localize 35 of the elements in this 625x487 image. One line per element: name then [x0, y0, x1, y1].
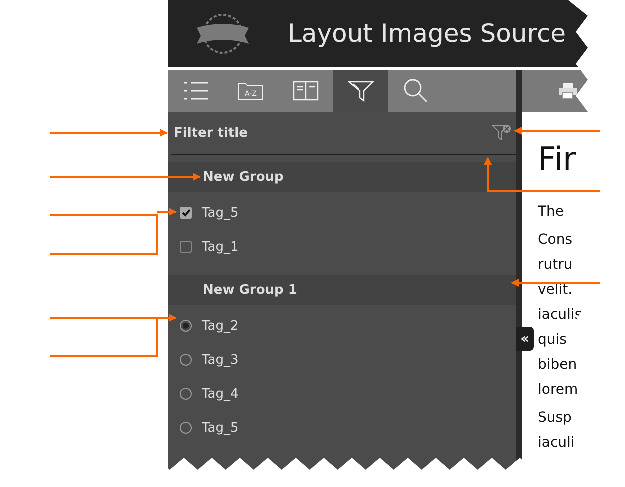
search-icon — [402, 78, 428, 104]
book-icon — [292, 81, 318, 101]
checkbox[interactable] — [180, 207, 192, 219]
radio-button[interactable] — [180, 388, 192, 400]
tag-label: Tag_4 — [202, 386, 239, 402]
list-icon — [182, 81, 208, 101]
filter-title: Filter title — [174, 126, 248, 140]
tag-label: Tag_3 — [202, 352, 239, 368]
radio-button[interactable] — [180, 320, 192, 332]
body-text: iaculi — [538, 435, 575, 452]
collapse-button[interactable]: « — [516, 327, 534, 351]
group-header: New Group 1 — [203, 282, 298, 298]
filter-tab[interactable] — [333, 70, 388, 112]
body-text: lorem — [538, 382, 578, 399]
radio-button[interactable] — [180, 422, 192, 434]
tag-label: Tag_5 — [202, 420, 239, 436]
tag-label: Tag_2 — [202, 318, 239, 334]
radio-button[interactable] — [180, 354, 192, 366]
tag-label: Tag_1 — [202, 240, 239, 254]
body-text: velit. — [538, 282, 573, 299]
print-icon[interactable] — [558, 82, 578, 100]
tag-label: Tag_5 — [202, 206, 239, 220]
filter-icon — [348, 80, 374, 102]
logo-icon — [195, 12, 251, 56]
body-text: Susp — [538, 410, 572, 427]
body-text: Cons — [538, 232, 573, 249]
checkbox[interactable] — [180, 241, 192, 253]
body-text: The — [538, 204, 564, 221]
body-text: rutru — [538, 257, 573, 274]
window-title: Layout Images Source — [288, 19, 566, 48]
group-header: New Group — [203, 170, 284, 184]
page-heading: Fir — [538, 139, 576, 180]
body-text: biben — [538, 357, 578, 374]
clear-filter-icon[interactable] — [492, 124, 512, 142]
body-text: quis — [538, 332, 567, 349]
